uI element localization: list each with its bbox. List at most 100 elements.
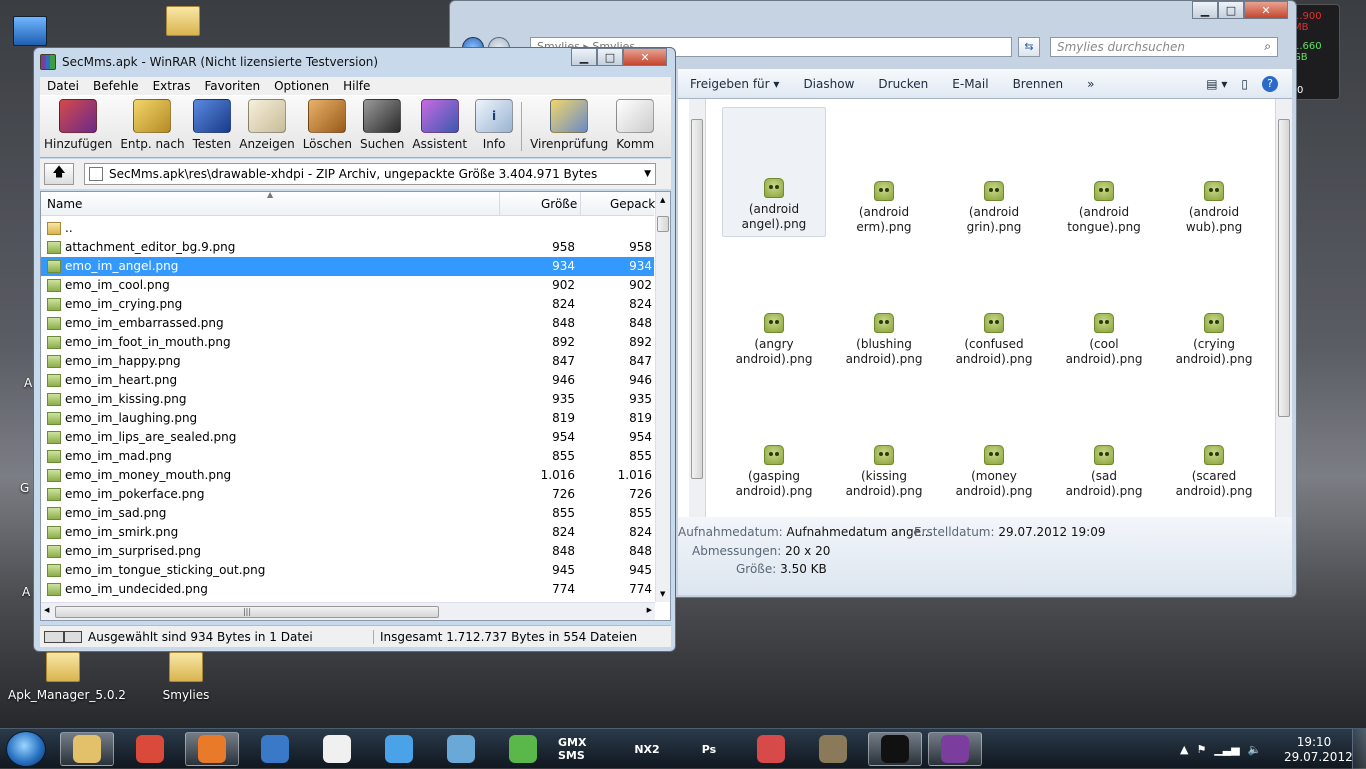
taskbar-app[interactable]	[928, 732, 982, 766]
info-button[interactable]: i Info	[471, 96, 517, 157]
file-thumbnail[interactable]: (crying android).png	[1162, 313, 1266, 367]
chevron-down-icon[interactable]: ▼	[644, 169, 651, 179]
taskbar-app[interactable]	[496, 732, 550, 766]
taskbar-app[interactable]	[868, 732, 922, 766]
column-packed-header[interactable]: Gepack	[610, 197, 655, 211]
virus-scan-button[interactable]: Virenprüfung	[526, 96, 612, 157]
test-button[interactable]: Testen	[189, 96, 236, 157]
taskbar-app[interactable]	[60, 732, 114, 766]
file-thumbnail[interactable]: (gasping android).png	[722, 445, 826, 499]
close-button[interactable]: ✕	[623, 48, 667, 66]
file-thumbnail[interactable]: (android erm).png	[832, 181, 936, 235]
desktop-icon-smylies[interactable]: Smylies	[131, 652, 241, 702]
file-thumbnail[interactable]: (kissing android).png	[832, 445, 936, 499]
nav-pane-scrollbar[interactable]	[689, 99, 706, 517]
desktop-icon-folder[interactable]	[128, 6, 238, 42]
menu-hilfe[interactable]: Hilfe	[336, 79, 377, 93]
file-thumbnail[interactable]: (sad android).png	[1052, 445, 1156, 499]
content-scrollbar[interactable]	[1275, 99, 1292, 517]
share-with-button[interactable]: Freigeben für ▾	[690, 77, 779, 91]
file-thumbnail[interactable]: (confused android).png	[942, 313, 1046, 367]
table-row[interactable]: emo_im_happy.png 847 847	[41, 352, 654, 371]
email-button[interactable]: E-Mail	[952, 77, 988, 91]
find-button[interactable]: Suchen	[356, 96, 408, 157]
burn-button[interactable]: Brennen	[1013, 77, 1063, 91]
file-thumbnail[interactable]: (money android).png	[942, 445, 1046, 499]
add-button[interactable]: Hinzufügen	[40, 96, 116, 157]
maximize-button[interactable]: □	[1218, 1, 1244, 19]
taskbar-app[interactable]	[806, 732, 860, 766]
close-button[interactable]: ✕	[1244, 1, 1288, 19]
slideshow-button[interactable]: Diashow	[803, 77, 854, 91]
delete-button[interactable]: Löschen	[299, 96, 356, 157]
scroll-right-arrow[interactable]: ▶	[647, 606, 652, 614]
file-thumbnail[interactable]: (android angel).png	[722, 107, 826, 237]
table-row[interactable]: emo_im_embarrassed.png 848 848	[41, 314, 654, 333]
table-row[interactable]: emo_im_mad.png 855 855	[41, 447, 654, 466]
file-thumbnail[interactable]: (android grin).png	[942, 181, 1046, 235]
minimize-button[interactable]: ▁	[1192, 1, 1218, 19]
desktop-icon-apk-manager[interactable]: Apk_Manager_5.0.2	[8, 652, 126, 702]
column-name-header[interactable]: Name	[47, 197, 82, 211]
archive-path-dropdown[interactable]: SecMms.apk\res\drawable-xhdpi - ZIP Arch…	[84, 163, 656, 185]
taskbar-app[interactable]: NX2	[620, 732, 674, 766]
menu-befehle[interactable]: Befehle	[86, 79, 146, 93]
minimize-button[interactable]: ▁	[571, 48, 597, 66]
preview-pane-icon[interactable]: ▯	[1241, 77, 1248, 91]
column-size-header[interactable]: Größe	[541, 197, 577, 211]
menu-favoriten[interactable]: Favoriten	[198, 79, 268, 93]
wizard-button[interactable]: Assistent	[408, 96, 471, 157]
clock[interactable]: 19:10 29.07.2012	[1284, 735, 1353, 765]
taskbar-app[interactable]: Ps	[682, 732, 736, 766]
taskbar-app[interactable]	[185, 732, 239, 766]
comment-button[interactable]: Komm	[612, 96, 658, 157]
file-thumbnail[interactable]: (android wub).png	[1162, 181, 1266, 235]
action-center-icon[interactable]: ⚑	[1196, 743, 1206, 756]
file-thumbnail[interactable]: (blushing android).png	[832, 313, 936, 367]
maximize-button[interactable]: □	[597, 48, 623, 66]
up-folder-button[interactable]: 🡅	[44, 163, 74, 185]
table-row[interactable]: emo_im_lips_are_sealed.png 954 954	[41, 428, 654, 447]
taskbar-app[interactable]	[744, 732, 798, 766]
taskbar-app[interactable]	[434, 732, 488, 766]
horizontal-scrollbar[interactable]: ◀ ||| ▶	[41, 602, 655, 620]
table-row[interactable]: emo_im_crying.png 824 824	[41, 295, 654, 314]
network-signal-icon[interactable]: ▁▃▅	[1214, 743, 1239, 756]
refresh-button[interactable]: ⇆	[1018, 37, 1040, 57]
help-icon[interactable]: ?	[1262, 75, 1278, 92]
show-desktop-button[interactable]	[1352, 729, 1366, 769]
table-row[interactable]: emo_im_foot_in_mouth.png 892 892	[41, 333, 654, 352]
file-thumbnail[interactable]: (scared android).png	[1162, 445, 1266, 499]
table-row[interactable]: emo_im_angel.png 934 934	[41, 257, 654, 276]
more-commands-button[interactable]: »	[1087, 77, 1094, 91]
table-row[interactable]: emo_im_kissing.png 935 935	[41, 390, 654, 409]
table-row[interactable]: attachment_editor_bg.9.png 958 958	[41, 238, 654, 257]
table-row[interactable]: ..	[41, 219, 654, 238]
taskbar-app[interactable]	[372, 732, 426, 766]
table-row[interactable]: emo_im_sad.png 855 855	[41, 504, 654, 523]
table-row[interactable]: emo_im_undecided.png 774 774	[41, 580, 654, 599]
taskbar-app[interactable]	[248, 732, 302, 766]
file-thumbnail[interactable]: (angry android).png	[722, 313, 826, 367]
print-button[interactable]: Drucken	[878, 77, 928, 91]
table-row[interactable]: emo_im_smirk.png 824 824	[41, 523, 654, 542]
menu-extras[interactable]: Extras	[146, 79, 198, 93]
table-row[interactable]: emo_im_heart.png 946 946	[41, 371, 654, 390]
show-hidden-icons-icon[interactable]: ▲	[1180, 743, 1188, 756]
search-input[interactable]: Smylies durchsuchen ⌕	[1050, 37, 1278, 57]
view-options-icon[interactable]: ▤ ▾	[1206, 77, 1227, 91]
table-row[interactable]: emo_im_laughing.png 819 819	[41, 409, 654, 428]
vertical-scrollbar[interactable]: ▲ ▼	[655, 192, 670, 602]
taskbar-app[interactable]	[123, 732, 177, 766]
scroll-down-arrow[interactable]: ▼	[660, 590, 665, 598]
table-row[interactable]: emo_im_tongue_sticking_out.png 945 945	[41, 561, 654, 580]
file-thumbnail[interactable]: (android tongue).png	[1052, 181, 1156, 235]
table-row[interactable]: emo_im_cool.png 902 902	[41, 276, 654, 295]
volume-icon[interactable]: 🔈	[1248, 743, 1262, 756]
table-row[interactable]: emo_im_pokerface.png 726 726	[41, 485, 654, 504]
menu-datei[interactable]: Datei	[40, 79, 86, 93]
file-thumbnail[interactable]: (cool android).png	[1052, 313, 1156, 367]
table-row[interactable]: emo_im_surprised.png 848 848	[41, 542, 654, 561]
taskbar-app[interactable]: GMX SMS	[558, 732, 612, 766]
scroll-left-arrow[interactable]: ◀	[44, 606, 49, 614]
